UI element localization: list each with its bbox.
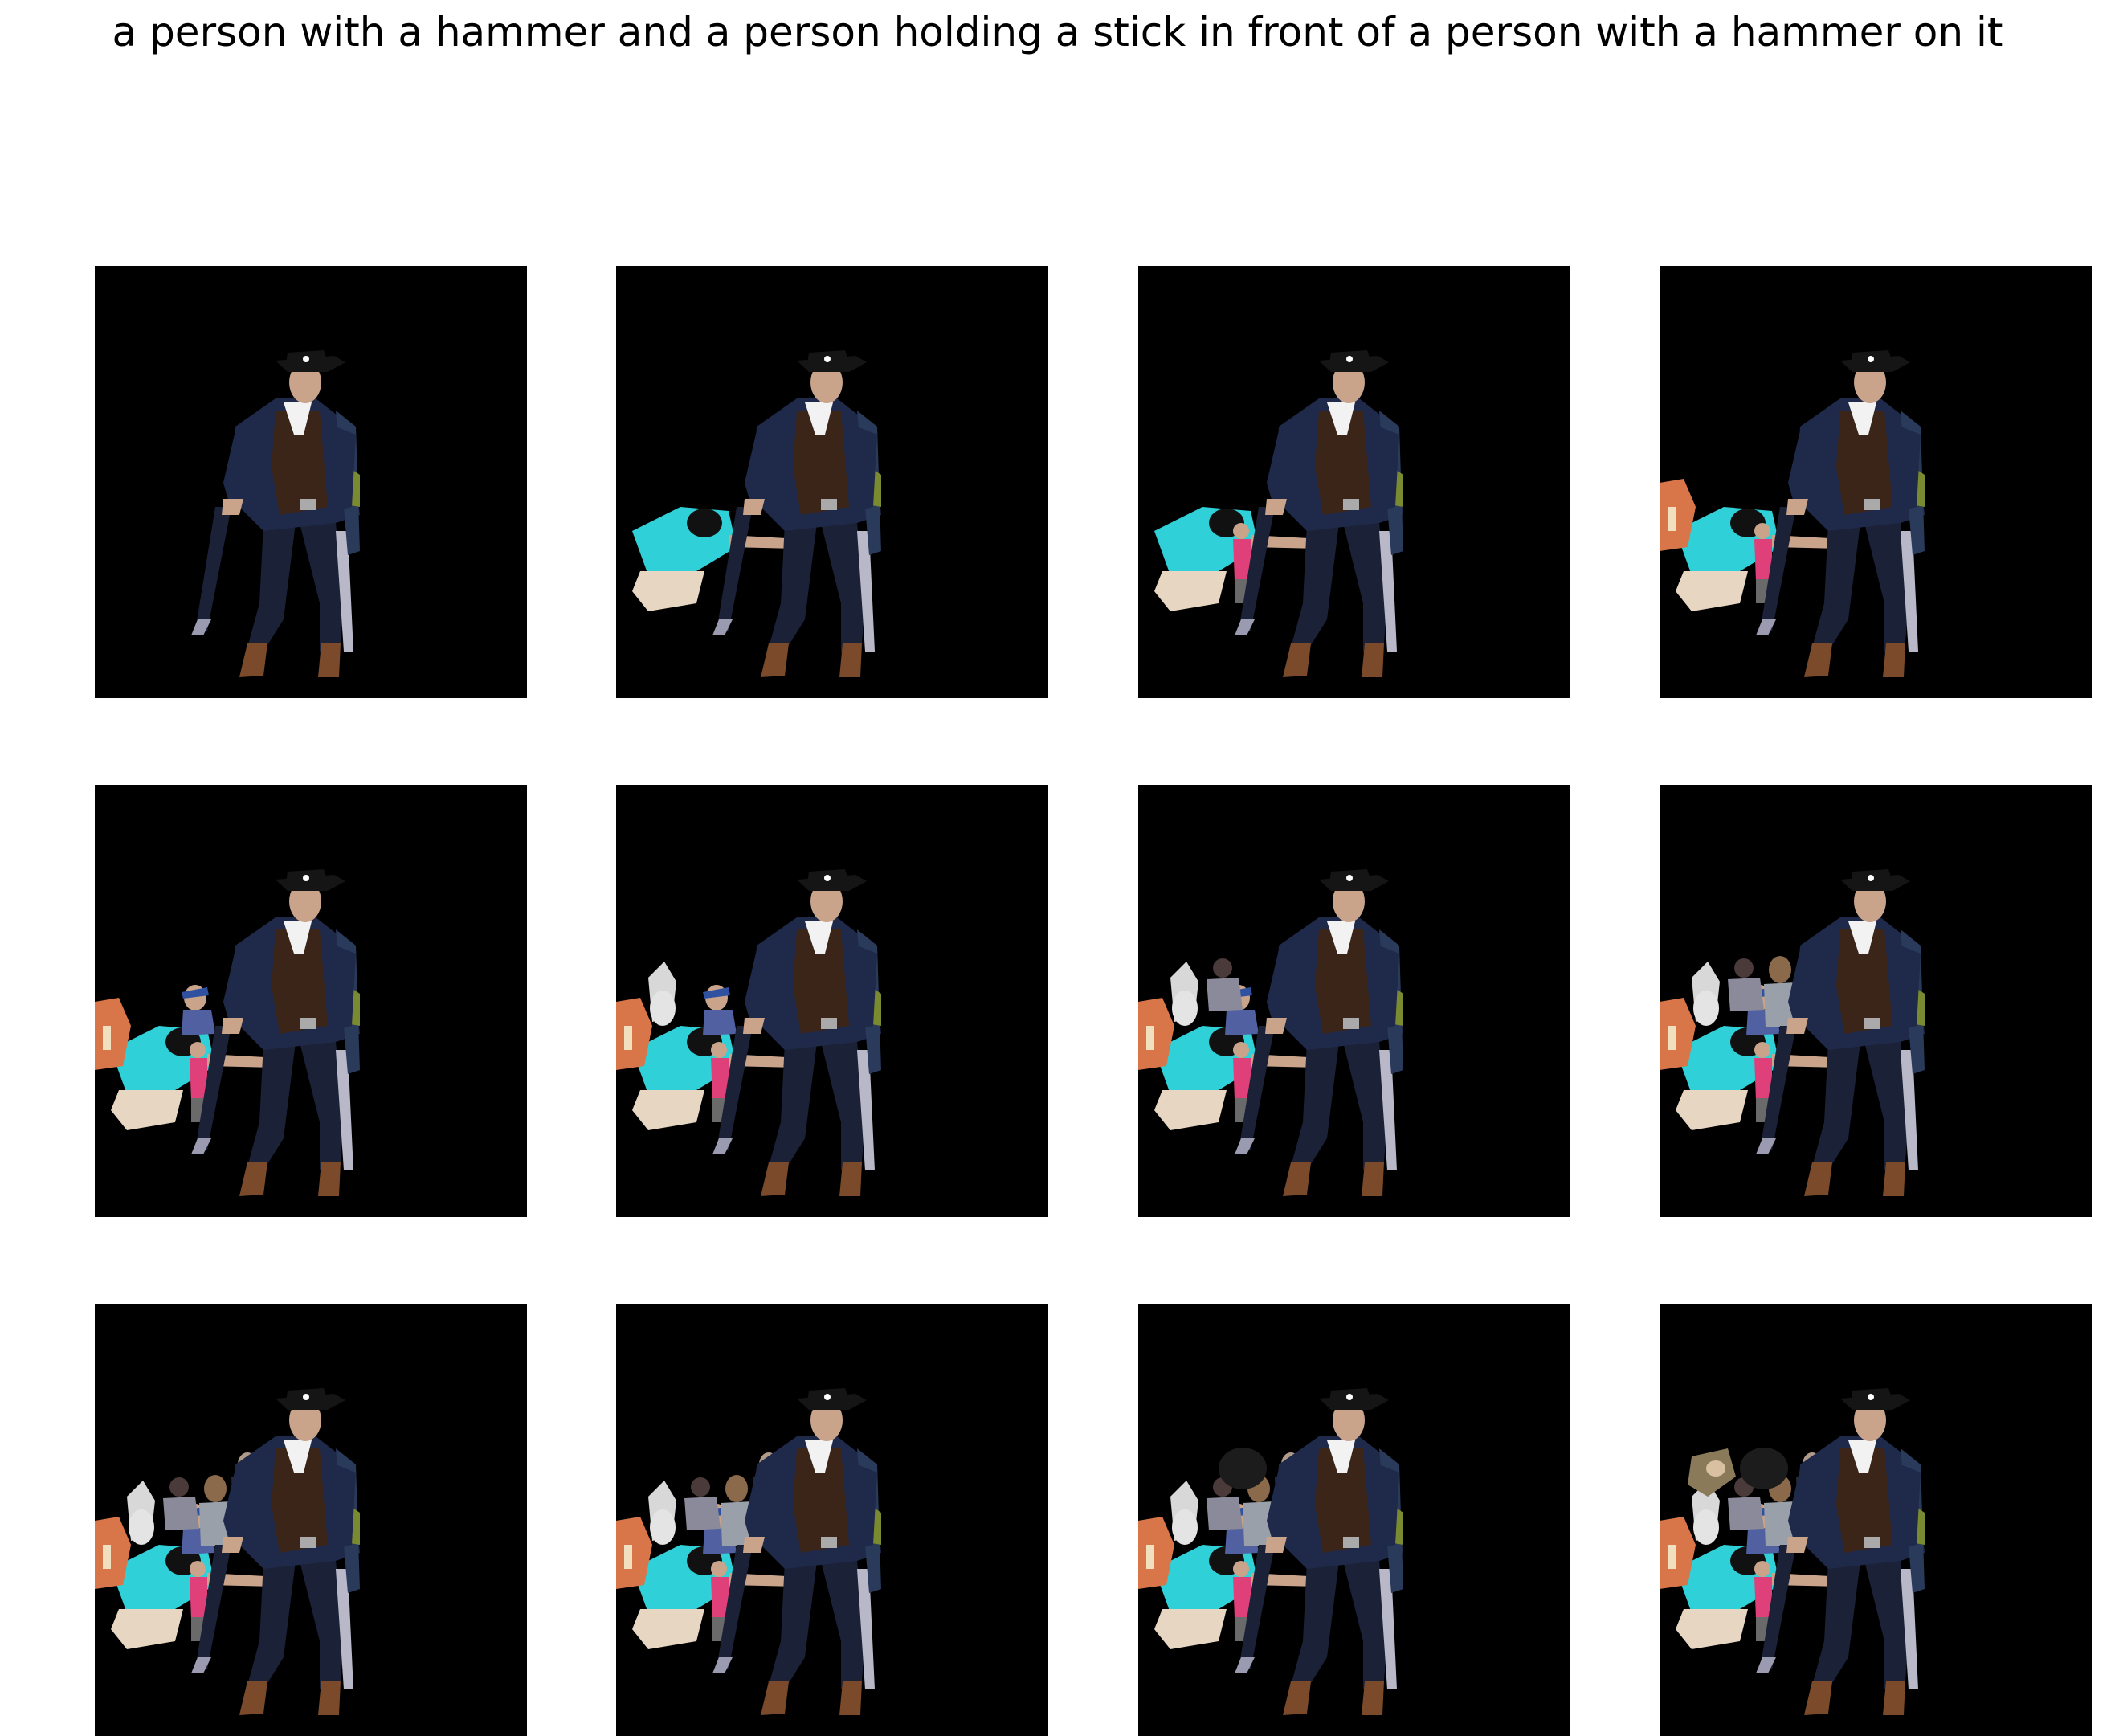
panel-image bbox=[1138, 1388, 1403, 1715]
panel-image bbox=[1660, 350, 1925, 677]
panel-image bbox=[616, 869, 881, 1196]
pirate-figure bbox=[1756, 869, 1925, 1196]
panel-image bbox=[191, 350, 360, 677]
pirate-figure bbox=[1756, 1388, 1925, 1715]
image-panel-7 bbox=[1138, 785, 1570, 1217]
image-panel-10 bbox=[616, 1304, 1048, 1736]
pirate-figure bbox=[712, 1388, 881, 1715]
panel-image bbox=[95, 869, 360, 1196]
image-panel-6 bbox=[616, 785, 1048, 1217]
panel-image bbox=[1138, 869, 1403, 1196]
pirate-figure bbox=[1235, 350, 1403, 677]
pirate-figure bbox=[191, 1388, 360, 1715]
pirate-figure bbox=[712, 869, 881, 1196]
image-panel-1 bbox=[95, 266, 527, 698]
image-panel-9 bbox=[95, 1304, 527, 1736]
panel-image bbox=[616, 1388, 881, 1715]
added-figures bbox=[632, 507, 801, 611]
pirate-figure bbox=[1235, 869, 1403, 1196]
pirate-figure bbox=[191, 869, 360, 1196]
pirate-figure bbox=[1235, 1388, 1403, 1715]
image-panel-2 bbox=[616, 266, 1048, 698]
image-panel-3 bbox=[1138, 266, 1570, 698]
image-panel-8 bbox=[1660, 785, 2092, 1217]
pirate-figure bbox=[712, 350, 881, 677]
panel-image bbox=[1660, 869, 1925, 1196]
panel-image bbox=[1154, 350, 1403, 677]
image-panel-12 bbox=[1660, 1304, 2092, 1736]
pirate-figure bbox=[191, 350, 360, 677]
panel-image bbox=[1660, 1388, 1925, 1715]
panel-image bbox=[632, 350, 881, 677]
image-panel-11 bbox=[1138, 1304, 1570, 1736]
figure-title: a person with a hammer and a person hold… bbox=[112, 9, 2003, 55]
image-panel-4 bbox=[1660, 266, 2092, 698]
pirate-figure bbox=[1756, 350, 1925, 677]
image-panel-5 bbox=[95, 785, 527, 1217]
added-figures bbox=[1154, 507, 1323, 611]
panel-image bbox=[95, 1388, 360, 1715]
